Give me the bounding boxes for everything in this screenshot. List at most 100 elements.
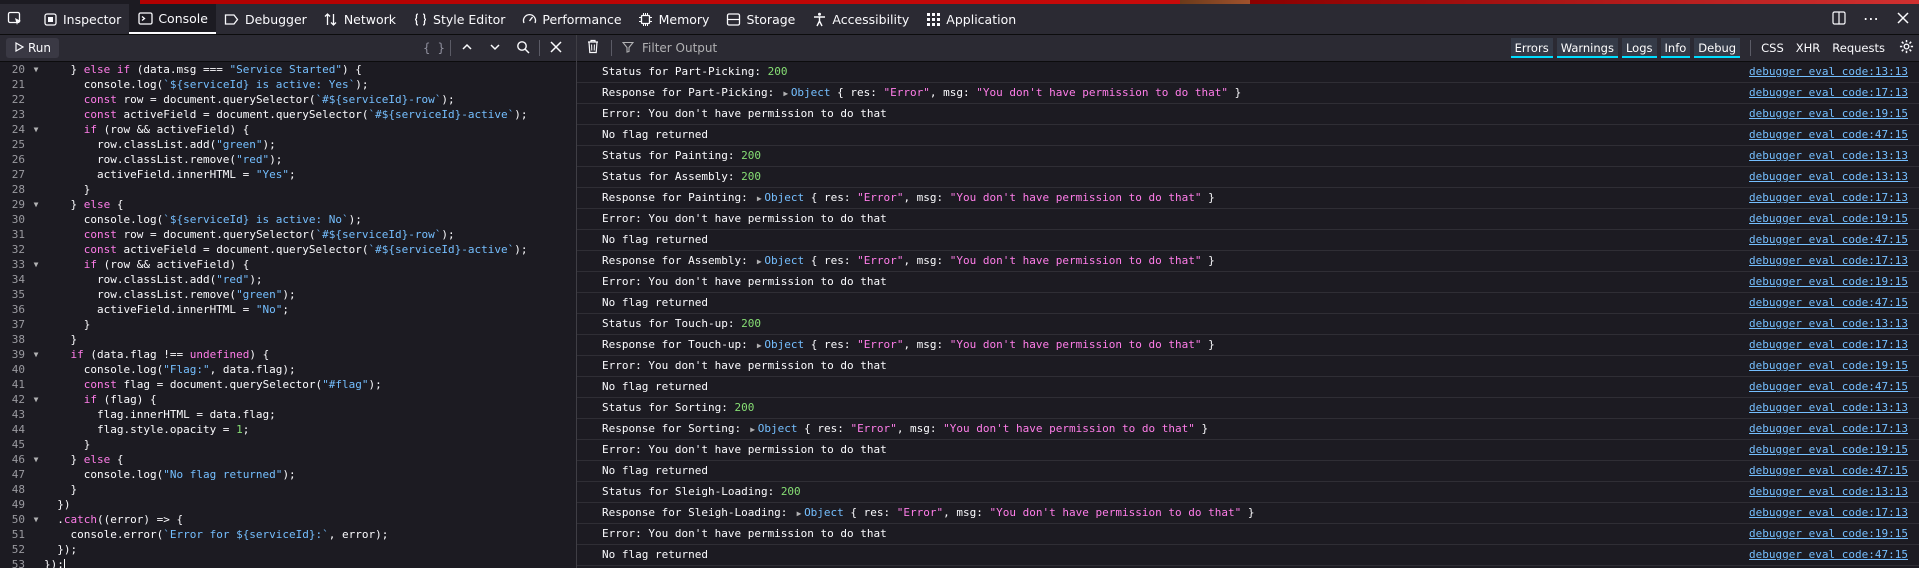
tab-console[interactable]: Console (129, 4, 216, 34)
tab-label: Console (158, 10, 208, 26)
console-output-pane: ErrorsWarningsLogsInfoDebug CSSXHRRequest… (577, 35, 1919, 568)
source-link[interactable]: debugger eval code:17:13 (1749, 419, 1908, 439)
chevron-down-icon (489, 41, 501, 56)
filter-warnings-toggle[interactable]: Warnings (1556, 38, 1618, 58)
source-link[interactable]: debugger eval code:13:13 (1749, 398, 1908, 418)
filter-requests-toggle[interactable]: Requests (1828, 38, 1889, 58)
filter-logs-toggle[interactable]: Logs (1621, 38, 1657, 58)
split-console-button[interactable] (1823, 4, 1855, 34)
element-picker-button[interactable] (0, 4, 34, 34)
filter-errors-toggle[interactable]: Errors (1510, 38, 1553, 58)
message-text: Error: You don't have permission to do t… (602, 443, 887, 456)
object-preview[interactable]: Object { res: "Error", msg: "You don't h… (758, 422, 1208, 435)
source-link[interactable]: debugger eval code:19:15 (1749, 104, 1908, 124)
source-link[interactable]: debugger eval code:19:15 (1749, 272, 1908, 292)
tab-memory[interactable]: Memory (630, 4, 718, 34)
source-link[interactable]: debugger eval code:17:13 (1749, 251, 1908, 271)
fold-toggle-icon[interactable]: ▼ (28, 392, 44, 407)
console-message: No flag returned debugger eval code:47:15 (577, 293, 1919, 314)
filter-output-input[interactable] (640, 40, 1244, 56)
filter-xhr-toggle[interactable]: XHR (1792, 38, 1825, 58)
debugger-icon (224, 11, 240, 27)
expand-object-icon[interactable]: ▶ (794, 504, 804, 524)
source-link[interactable]: debugger eval code:47:15 (1749, 125, 1908, 145)
tab-performance[interactable]: Performance (513, 4, 629, 34)
devtools-toolbar: Inspector Console Debugger Network Style Edi… (0, 4, 1919, 35)
filter-debug-toggle[interactable]: Debug (1694, 38, 1741, 58)
history-next-button[interactable] (481, 35, 509, 61)
source-link[interactable]: debugger eval code:17:13 (1749, 188, 1908, 208)
source-link[interactable]: debugger eval code:13:13 (1749, 482, 1908, 502)
fold-toggle-icon[interactable]: ▼ (28, 62, 44, 77)
message-text: Status for Part-Picking: 200 (602, 65, 788, 78)
console-settings-button[interactable] (1893, 35, 1919, 61)
code-line: 40 console.log("Flag:", data.flag); (0, 362, 576, 377)
source-link[interactable]: debugger eval code:17:13 (1749, 335, 1908, 355)
line-number: 46 (11, 453, 25, 466)
source-link[interactable]: debugger eval code:17:13 (1749, 83, 1908, 103)
object-preview[interactable]: Object { res: "Error", msg: "You don't h… (764, 254, 1214, 267)
source-link[interactable]: debugger eval code:13:13 (1749, 167, 1908, 187)
source-link[interactable]: debugger eval code:19:15 (1749, 440, 1908, 460)
clear-console-button[interactable] (579, 35, 607, 61)
console-message: No flag returned debugger eval code:47:15 (577, 545, 1919, 566)
object-preview[interactable]: Object { res: "Error", msg: "You don't h… (764, 338, 1214, 351)
source-link[interactable]: debugger eval code:19:15 (1749, 209, 1908, 229)
filter-info-toggle[interactable]: Info (1660, 38, 1691, 58)
tab-storage[interactable]: Storage (717, 4, 803, 34)
expand-object-icon[interactable]: ▶ (754, 252, 764, 272)
line-number: 38 (11, 333, 25, 346)
fold-toggle-icon[interactable]: ▼ (28, 512, 44, 527)
status-code: 200 (780, 485, 801, 498)
line-number: 28 (11, 183, 25, 196)
code-editor[interactable]: 20 ▼ } else if (data.msg === "Service Sta… (0, 62, 576, 568)
tab-application[interactable]: Application (917, 4, 1024, 34)
object-preview[interactable]: Object { res: "Error", msg: "You don't h… (764, 191, 1214, 204)
filter-css-toggle[interactable]: CSS (1757, 38, 1788, 58)
source-link[interactable]: debugger eval code:47:15 (1749, 377, 1908, 397)
tab-debugger[interactable]: Debugger (216, 4, 315, 34)
source-link[interactable]: debugger eval code:19:15 (1749, 524, 1908, 544)
source-link[interactable]: debugger eval code:17:13 (1749, 503, 1908, 523)
code-line: 45 } (0, 437, 576, 452)
expand-object-icon[interactable]: ▶ (781, 84, 791, 104)
code-text: console.log("No flag returned"); (44, 468, 296, 481)
close-devtools-button[interactable] (1887, 4, 1919, 34)
source-link[interactable]: debugger eval code:47:15 (1749, 461, 1908, 481)
history-previous-button[interactable] (453, 35, 481, 61)
code-text: } (44, 318, 91, 331)
console-message: Response for Painting: ▶ Object { res: "E… (577, 188, 1919, 209)
line-number: 36 (11, 303, 25, 316)
source-link[interactable]: debugger eval code:13:13 (1749, 146, 1908, 166)
run-button[interactable]: Run (6, 38, 60, 58)
reverse-search-button[interactable] (509, 35, 537, 61)
tab-style-editor[interactable]: Style Editor (404, 4, 513, 34)
source-link[interactable]: debugger eval code:19:15 (1749, 356, 1908, 376)
fold-toggle-icon[interactable]: ▼ (28, 257, 44, 272)
source-link[interactable]: debugger eval code:47:15 (1749, 293, 1908, 313)
tab-inspector[interactable]: Inspector (34, 4, 129, 34)
close-editor-button[interactable] (542, 35, 570, 61)
fold-toggle-icon[interactable]: ▼ (28, 197, 44, 212)
expand-object-icon[interactable]: ▶ (754, 189, 764, 209)
console-message: Status for Part-Picking: 200 debugger eva… (577, 62, 1919, 83)
object-preview[interactable]: Object { res: "Error", msg: "You don't h… (791, 86, 1241, 99)
source-link[interactable]: debugger eval code:13:13 (1749, 314, 1908, 334)
expand-object-icon[interactable]: ▶ (754, 336, 764, 356)
source-link[interactable]: debugger eval code:47:15 (1749, 545, 1908, 565)
console-message: Error: You don't have permission to do t… (577, 524, 1919, 545)
fold-toggle-icon[interactable]: ▼ (28, 122, 44, 137)
source-link[interactable]: debugger eval code:47:15 (1749, 230, 1908, 250)
tab-network[interactable]: Network (315, 4, 404, 34)
fold-toggle-icon[interactable]: ▼ (28, 452, 44, 467)
pretty-print-button[interactable]: { } (420, 35, 448, 61)
source-link[interactable]: debugger eval code:13:13 (1749, 62, 1908, 82)
object-preview[interactable]: Object { res: "Error", msg: "You don't h… (804, 506, 1254, 519)
fold-toggle-icon[interactable]: ▼ (28, 347, 44, 362)
expand-object-icon[interactable]: ▶ (748, 420, 758, 440)
editor-toolbar: Run { } (0, 35, 576, 62)
more-options-button[interactable]: ⋯ (1855, 4, 1887, 34)
tab-accessibility[interactable]: Accessibility (803, 4, 917, 34)
